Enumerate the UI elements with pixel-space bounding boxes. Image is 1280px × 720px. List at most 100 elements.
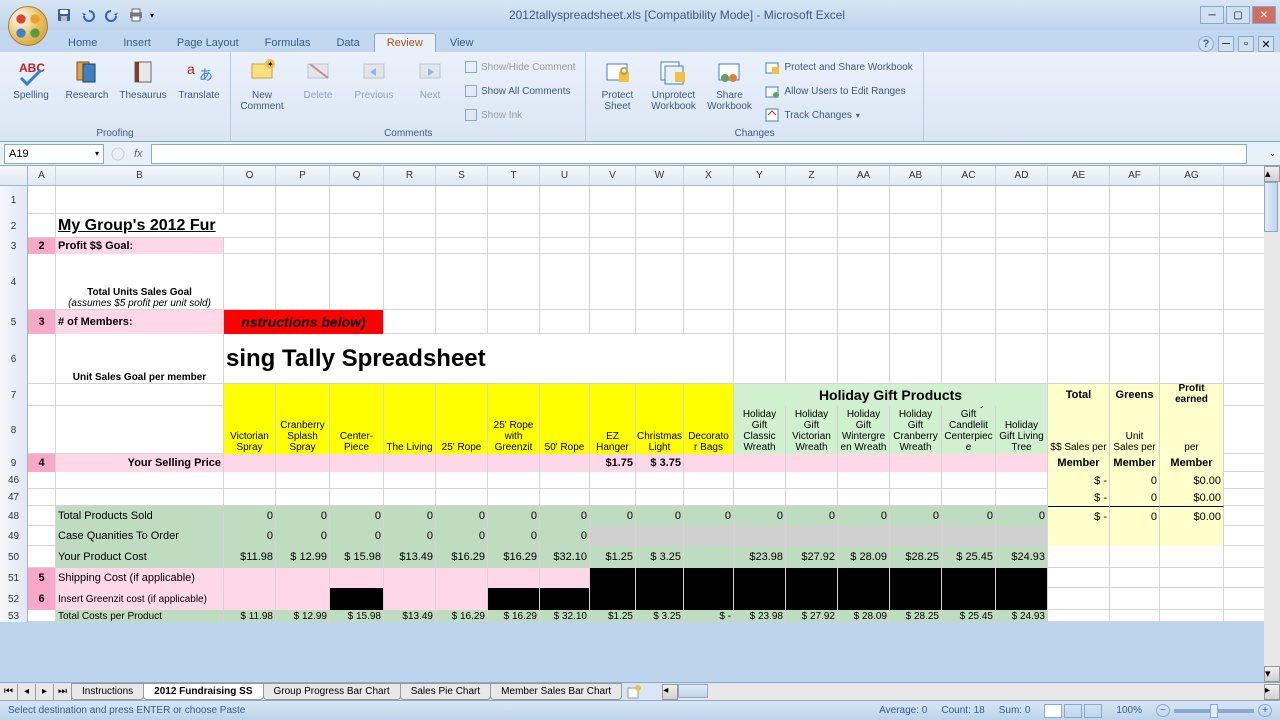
cell-W1[interactable]	[636, 186, 684, 214]
cell-A6[interactable]	[28, 334, 56, 384]
restore-window-button[interactable]: ▫	[1238, 36, 1254, 52]
show-ink-button[interactable]: Show Ink	[461, 104, 579, 126]
column-header-A[interactable]: A	[28, 166, 56, 185]
cell-Z1[interactable]	[786, 186, 838, 214]
sheet-tab-member-sales-bar-chart[interactable]: Member Sales Bar Chart	[490, 683, 622, 700]
cell-O5[interactable]: nstructions below)	[224, 310, 384, 334]
spelling-button[interactable]: ABCSpelling	[6, 56, 56, 101]
cell-AC9[interactable]	[942, 454, 996, 472]
cell-Y53[interactable]: $ 23.98	[734, 610, 786, 622]
cell-AB50[interactable]: $28.25	[890, 546, 942, 568]
cell-AE50[interactable]	[1048, 546, 1110, 568]
cell-T49[interactable]: 0	[488, 526, 540, 546]
cell-V52[interactable]	[590, 588, 636, 610]
horizontal-scroll-thumb[interactable]	[678, 684, 708, 698]
cell-AA51[interactable]	[838, 568, 890, 588]
cell-U8[interactable]: 50' Rope	[540, 406, 590, 454]
cell-A49[interactable]	[28, 526, 56, 546]
cell-S8[interactable]: 25' Rope	[436, 406, 488, 454]
cell-R1[interactable]	[384, 186, 436, 214]
cell-W8[interactable]: Christmas Light	[636, 406, 684, 454]
cell-Z47[interactable]	[786, 489, 838, 506]
cell-B9[interactable]: Your Selling Price	[56, 454, 224, 472]
cell-AB49[interactable]	[890, 526, 942, 546]
cell-B49[interactable]: Case Quanities To Order	[56, 526, 224, 546]
row-header-52[interactable]: 52	[0, 588, 28, 610]
cell-X4[interactable]	[684, 254, 734, 310]
cell-U50[interactable]: $32.10	[540, 546, 590, 568]
scroll-right-button[interactable]: ▸	[1264, 684, 1280, 700]
cell-S53[interactable]: $ 16.29	[436, 610, 488, 622]
cell-X47[interactable]	[684, 489, 734, 506]
translate-button[interactable]: aあTranslate	[174, 56, 224, 101]
cell-Z48[interactable]: 0	[786, 506, 838, 526]
cell-W7[interactable]	[636, 384, 684, 406]
cell-S9[interactable]	[436, 454, 488, 472]
scroll-down-button[interactable]: ▾	[1264, 666, 1280, 682]
cell-AD53[interactable]: $ 24.93	[996, 610, 1048, 622]
cell-AA48[interactable]: 0	[838, 506, 890, 526]
cell-Y7[interactable]: Holiday Gift Products	[734, 384, 1048, 406]
cell-X3[interactable]	[684, 238, 734, 254]
cell-O53[interactable]: $ 11.98	[224, 610, 276, 622]
cell-O9[interactable]	[224, 454, 276, 472]
cell-AB5[interactable]	[890, 310, 942, 334]
cell-AD48[interactable]: 0	[996, 506, 1048, 526]
cell-AB48[interactable]: 0	[890, 506, 942, 526]
cell-Y50[interactable]: $23.98	[734, 546, 786, 568]
prev-sheet-button[interactable]: ◂	[18, 684, 36, 700]
cell-S7[interactable]	[436, 384, 488, 406]
horizontal-scrollbar[interactable]: ◂ ▸	[662, 684, 1280, 700]
cell-Y4[interactable]	[734, 254, 786, 310]
cell-S48[interactable]: 0	[436, 506, 488, 526]
row-header-50[interactable]: 50	[0, 546, 28, 568]
protect-and-share-button[interactable]: Protect and Share Workbook	[760, 56, 916, 78]
cell-P46[interactable]	[276, 472, 330, 489]
show-hide-comment-button[interactable]: Show/Hide Comment	[461, 56, 579, 78]
cell-AC8[interactable]: Holiday Gift Candlelit Centerpiec e	[942, 406, 996, 454]
expand-formula-icon[interactable]: ⌄	[1265, 149, 1280, 158]
cell-B47[interactable]	[56, 489, 224, 506]
cell-P8[interactable]: Cranberry Splash Spray	[276, 406, 330, 454]
column-header-AA[interactable]: AA	[838, 166, 890, 185]
cell-AG51[interactable]	[1160, 568, 1224, 588]
column-header-Q[interactable]: Q	[330, 166, 384, 185]
cell-AA6[interactable]	[838, 334, 890, 384]
delete-comment-button[interactable]: Delete	[293, 56, 343, 101]
cell-V5[interactable]	[590, 310, 636, 334]
cell-V48[interactable]: 0	[590, 506, 636, 526]
cell-R47[interactable]	[384, 489, 436, 506]
cell-V4[interactable]	[590, 254, 636, 310]
column-header-B[interactable]: B	[56, 166, 224, 185]
cell-AE48[interactable]: $ -	[1048, 506, 1110, 526]
cell-Y9[interactable]	[734, 454, 786, 472]
cell-Z53[interactable]: $ 27.92	[786, 610, 838, 622]
name-box[interactable]: A19▾	[4, 144, 104, 164]
cell-W3[interactable]	[636, 238, 684, 254]
cell-R52[interactable]	[384, 588, 436, 610]
cell-AF48[interactable]: 0	[1110, 506, 1160, 526]
cell-AB47[interactable]	[890, 489, 942, 506]
cell-AA47[interactable]	[838, 489, 890, 506]
cell-P7[interactable]	[276, 384, 330, 406]
cell-S46[interactable]	[436, 472, 488, 489]
cell-AA46[interactable]	[838, 472, 890, 489]
cell-Q9[interactable]	[330, 454, 384, 472]
row-header-8[interactable]: 8	[0, 406, 28, 454]
cell-V46[interactable]	[590, 472, 636, 489]
cell-AF46[interactable]: 0	[1110, 472, 1160, 489]
cell-AC2[interactable]	[942, 214, 996, 238]
cell-Q49[interactable]: 0	[330, 526, 384, 546]
fx-icon[interactable]: fx	[126, 148, 151, 160]
row-header-47[interactable]: 47	[0, 489, 28, 506]
cell-AD3[interactable]	[996, 238, 1048, 254]
cell-A9[interactable]: 4	[28, 454, 56, 472]
cell-W9[interactable]: $ 3.75	[636, 454, 684, 472]
cell-S3[interactable]	[436, 238, 488, 254]
cell-Y52[interactable]	[734, 588, 786, 610]
cell-S1[interactable]	[436, 186, 488, 214]
cell-AD5[interactable]	[996, 310, 1048, 334]
share-workbook-button[interactable]: Share Workbook	[704, 56, 754, 112]
cell-P9[interactable]	[276, 454, 330, 472]
cell-T4[interactable]	[488, 254, 540, 310]
